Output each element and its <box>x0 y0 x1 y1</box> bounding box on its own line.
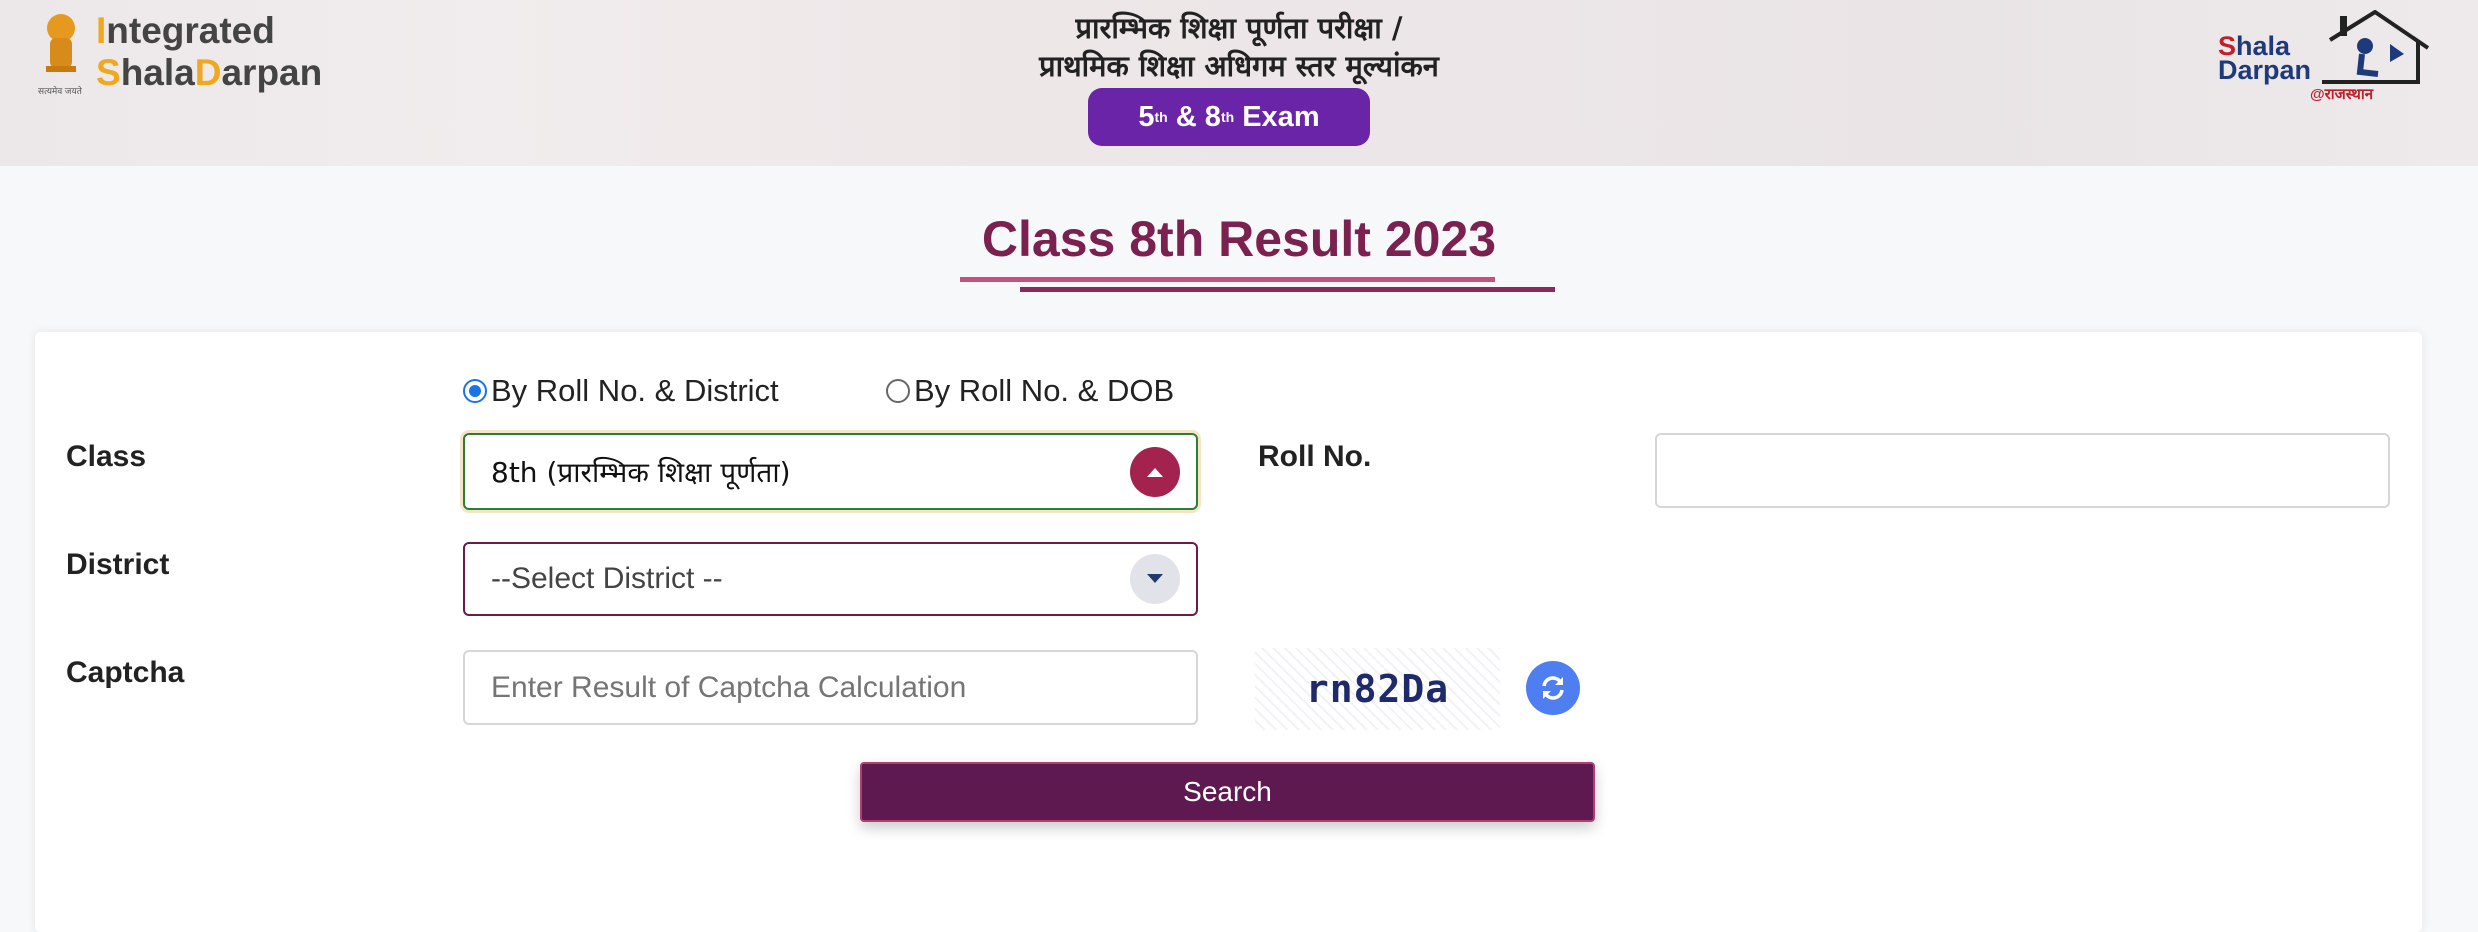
hindi-heading-line1: प्रारम्भिक शिक्षा पूर्णता परीक्षा / <box>1075 11 1403 45</box>
radio-label: By Roll No. & DOB <box>914 373 1175 408</box>
badge-word: Exam <box>1234 100 1320 133</box>
district-label: District <box>66 548 170 581</box>
badge-amp: & <box>1167 100 1205 133</box>
radio-button-checked[interactable] <box>463 379 487 403</box>
title-underline-secondary <box>1020 287 1555 292</box>
captcha-input[interactable] <box>463 650 1198 725</box>
chevron-up-icon[interactable] <box>1130 446 1180 497</box>
roll-no-label: Roll No. <box>1258 440 1372 473</box>
result-form-card <box>35 332 2422 932</box>
roll-no-input[interactable] <box>1655 433 2390 508</box>
district-select[interactable]: --Select District -- <box>463 542 1198 616</box>
right-logo-line2: Darpan <box>2218 55 2312 85</box>
hindi-heading-line2: प्राथमिक शिक्षा अधिगम स्तर मूल्यांकन <box>1039 49 1439 83</box>
house-computer-icon <box>2322 10 2430 84</box>
class-label: Class <box>66 440 147 473</box>
chevron-down-icon[interactable] <box>1130 554 1180 604</box>
radio-by-roll-dob[interactable]: By Roll No. & DOB <box>886 373 1174 409</box>
header-banner: सत्यमेव जयते Integrated ShalaDarpan प्रा… <box>0 0 2478 166</box>
badge-n1: 5 <box>1138 100 1155 133</box>
refresh-icon <box>1542 676 1564 700</box>
district-selected-value: --Select District -- <box>491 562 723 595</box>
badge-sup2: th <box>1220 109 1235 125</box>
emblem-tagline: सत्यमेव जयते <box>38 86 82 96</box>
refresh-captcha-button[interactable] <box>1526 661 1580 715</box>
captcha-image: rn82Da <box>1255 648 1500 730</box>
search-button[interactable]: Search <box>860 762 1595 822</box>
badge-n2: 8 <box>1204 100 1221 133</box>
page-title: Class 8th Result 2023 <box>981 211 1497 267</box>
radio-button-unchecked[interactable] <box>886 379 910 403</box>
class-selected-value: 8th (प्रारम्भिक शिक्षा पूर्णता) <box>491 455 791 489</box>
badge-sup1: th <box>1154 109 1168 125</box>
radio-label: By Roll No. & District <box>491 373 779 408</box>
radio-by-roll-district[interactable]: By Roll No. & District <box>463 373 779 409</box>
exam-badge: 5th & 8th Exam <box>1088 88 1370 146</box>
shaladarpan-rajasthan-logo: Shala Darpan @राजस्थान <box>2210 10 2440 105</box>
class-select[interactable]: 8th (प्रारम्भिक शिक्षा पूर्णता) <box>463 433 1198 510</box>
title-underline <box>960 277 1495 282</box>
captcha-label: Captcha <box>66 656 185 689</box>
